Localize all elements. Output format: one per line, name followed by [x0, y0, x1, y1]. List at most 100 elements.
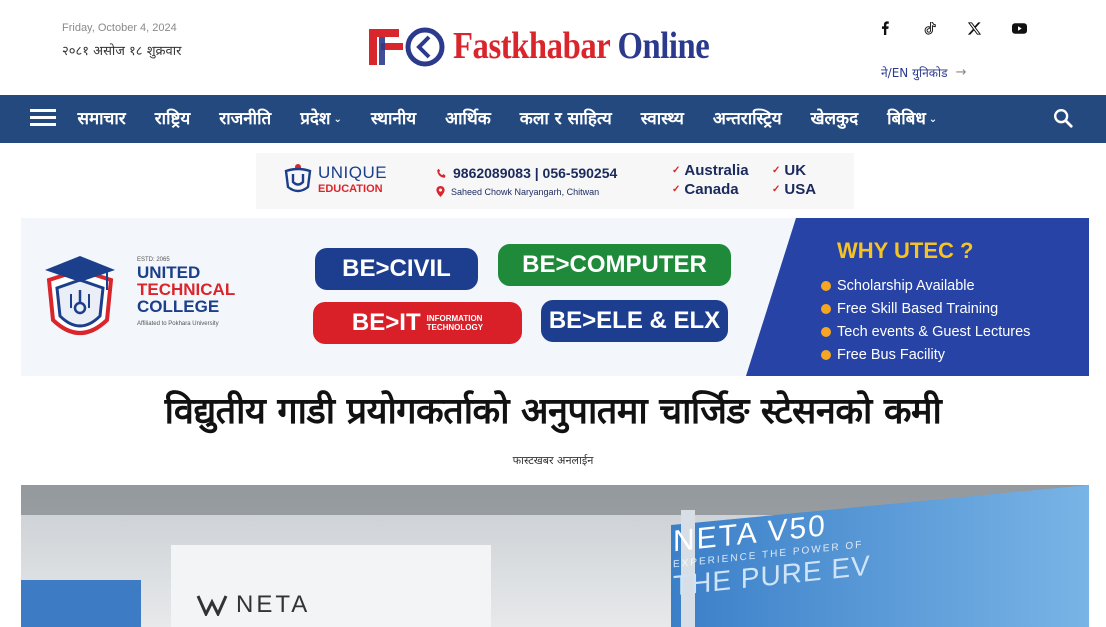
location-pin-icon [436, 186, 445, 197]
logo-mark-icon [367, 23, 447, 69]
utec-why-list: Scholarship Available Free Skill Based T… [821, 274, 1030, 366]
date-nepali: २०८१ असोज १८ शुक्रवार [62, 44, 182, 59]
country-item: ✓ Australia [672, 162, 772, 179]
nav-item-bibidh[interactable]: बिबिध ⌄ [873, 95, 952, 143]
list-item: Free Bus Facility [821, 343, 1030, 366]
nav-item-label: आर्थिक [445, 109, 491, 129]
hero-brand: NETA [196, 591, 310, 619]
utec-name-line: TECHNICAL [137, 280, 236, 299]
nav-item-label: अन्तरास्ट्रिय [712, 109, 782, 129]
language-toggle-label: ने/EN युनिकोड [881, 66, 948, 80]
nav-items: समाचार राष्ट्रिय राजनीति प्रदेश ⌄ स्थानीय… [63, 95, 952, 143]
bullet-icon [821, 349, 831, 360]
phone-icon [437, 168, 446, 178]
chevron-down-icon: ⌄ [928, 114, 938, 125]
ad-united-technical-college[interactable]: ESTD: 2065 UNITED TECHNICAL COLLEGE Affi… [21, 218, 1089, 376]
nav-item-kala-sahitya[interactable]: कला र साहित्य [505, 95, 626, 143]
facebook-icon[interactable] [862, 16, 907, 40]
nav-item-rastriya[interactable]: राष्ट्रिय [140, 95, 205, 143]
site-logo[interactable]: Fastkhabar Online [367, 22, 751, 70]
utec-why-title: WHY UTEC ? [837, 238, 974, 263]
check-icon: ✓ [672, 165, 681, 176]
chevron-down-icon: ⌄ [333, 114, 342, 125]
hero-brand-label: NETA [236, 591, 311, 618]
program-label: BE>CIVIL [342, 255, 451, 282]
list-item: Scholarship Available [821, 274, 1030, 297]
x-icon[interactable] [952, 16, 997, 40]
list-item: Free Skill Based Training [821, 297, 1030, 320]
unique-address: Saheed Chowk Naryangarh, Chitwan [451, 186, 600, 197]
nav-item-samachar[interactable]: समाचार [63, 95, 140, 143]
nav-item-label: खेलकुद [810, 109, 859, 129]
program-be-it[interactable]: BE>IT INFORMATION TECHNOLOGY [313, 302, 522, 344]
check-icon: ✓ [672, 184, 681, 195]
unique-contact: 9862089083 | 056-590254 Saheed Chowk Nar… [436, 165, 617, 197]
ad-unique-education[interactable]: UNIQUE EDUCATION 9862089083 | 056-590254… [256, 153, 854, 209]
nav-item-label: राष्ट्रिय [154, 109, 191, 129]
utec-name: UNITED TECHNICAL COLLEGE [137, 264, 235, 315]
date-english: Friday, October 4, 2024 [62, 22, 177, 34]
nav-item-sthaniya[interactable]: स्थानीय [356, 95, 430, 143]
arrow-right-icon: → [955, 65, 967, 80]
youtube-icon[interactable] [997, 16, 1042, 40]
nav-item-label: कला र साहित्य [519, 109, 612, 129]
logo-brand-red: Fastkhabar [453, 25, 610, 67]
country-item: ✓ Canada [672, 181, 772, 198]
logo-brand-blue: Online [617, 25, 710, 67]
article-hero-image: NETA V50 EXPERIENCE THE POWER OF THE PUR… [21, 485, 1089, 627]
check-icon: ✓ [772, 165, 781, 176]
article-author[interactable]: फास्टखबर अनलाईन [0, 453, 1106, 468]
social-links [862, 16, 1042, 40]
nav-item-label: बिबिध [887, 109, 926, 129]
hamburger-menu-icon[interactable] [30, 109, 56, 129]
unique-brand-sub: EDUCATION [318, 182, 383, 195]
list-item-label: Free Bus Facility [837, 346, 945, 363]
unique-education-logo: UNIQUE EDUCATION [282, 161, 387, 197]
neta-logo-icon [196, 595, 228, 616]
program-be-computer[interactable]: BE>COMPUTER [498, 244, 731, 286]
nav-item-antarastriya[interactable]: अन्तरास्ट्रिय [698, 95, 796, 143]
country-item: ✓ USA [772, 181, 832, 198]
program-be-ele-elx[interactable]: BE>ELE & ELX [541, 300, 728, 342]
nav-item-arthik[interactable]: आर्थिक [431, 95, 506, 143]
list-item-label: Free Skill Based Training [837, 300, 999, 317]
nav-item-label: समाचार [77, 109, 126, 129]
country-label: UK [784, 162, 807, 179]
utec-name-line: UNITED [137, 263, 201, 282]
program-sub-line: INFORMATION [426, 314, 483, 323]
unique-emblem-icon [284, 164, 312, 193]
nav-item-swasthya[interactable]: स्वास्थ्य [626, 95, 698, 143]
nav-item-label: स्वास्थ्य [640, 109, 684, 129]
bullet-icon [821, 326, 831, 337]
list-item-label: Tech events & Guest Lectures [837, 323, 1031, 340]
utec-shield-icon [41, 250, 119, 350]
bullet-icon [821, 280, 831, 291]
nav-item-label: स्थानीय [370, 109, 417, 129]
check-icon: ✓ [772, 184, 781, 195]
country-label: USA [784, 181, 817, 198]
logo-wordmark: Fastkhabar Online [453, 23, 710, 69]
utec-name-line: COLLEGE [137, 297, 220, 316]
program-label: BE>ELE & ELX [548, 307, 721, 334]
country-label: Canada [684, 181, 739, 198]
program-label: BE>COMPUTER [522, 251, 707, 278]
utec-affiliation: Affiliated to Pokhara University [137, 321, 219, 327]
list-item: Tech events & Guest Lectures [821, 320, 1030, 343]
nav-item-label: प्रदेश [300, 109, 331, 129]
tiktok-icon[interactable] [907, 16, 952, 40]
nav-item-rajniti[interactable]: राजनीति [205, 95, 286, 143]
search-icon[interactable] [1052, 107, 1076, 131]
top-header: Friday, October 4, 2024 २०८१ असोज १८ शुक… [0, 0, 1106, 95]
language-toggle[interactable]: ने/EN युनिकोड → [881, 64, 966, 81]
unique-brand: UNIQUE [318, 162, 388, 182]
nav-item-khelkud[interactable]: खेलकुद [796, 95, 873, 143]
nav-item-pradesh[interactable]: प्रदेश ⌄ [286, 95, 357, 143]
article-headline: विद्युतीय गाडी प्रयोगकर्ताको अनुपातमा चा… [164, 391, 942, 432]
page: Friday, October 4, 2024 २०८१ असोज १८ शुक… [0, 0, 1106, 627]
list-item-label: Scholarship Available [837, 277, 975, 294]
program-be-civil[interactable]: BE>CIVIL [315, 248, 478, 290]
unique-phone: 9862089083 | 056-590254 [453, 165, 618, 181]
main-navigation: समाचार राष्ट्रिय राजनीति प्रदेश ⌄ स्थानीय… [0, 95, 1106, 143]
country-item: ✓ UK [772, 162, 832, 179]
program-label: BE>IT [351, 309, 421, 336]
